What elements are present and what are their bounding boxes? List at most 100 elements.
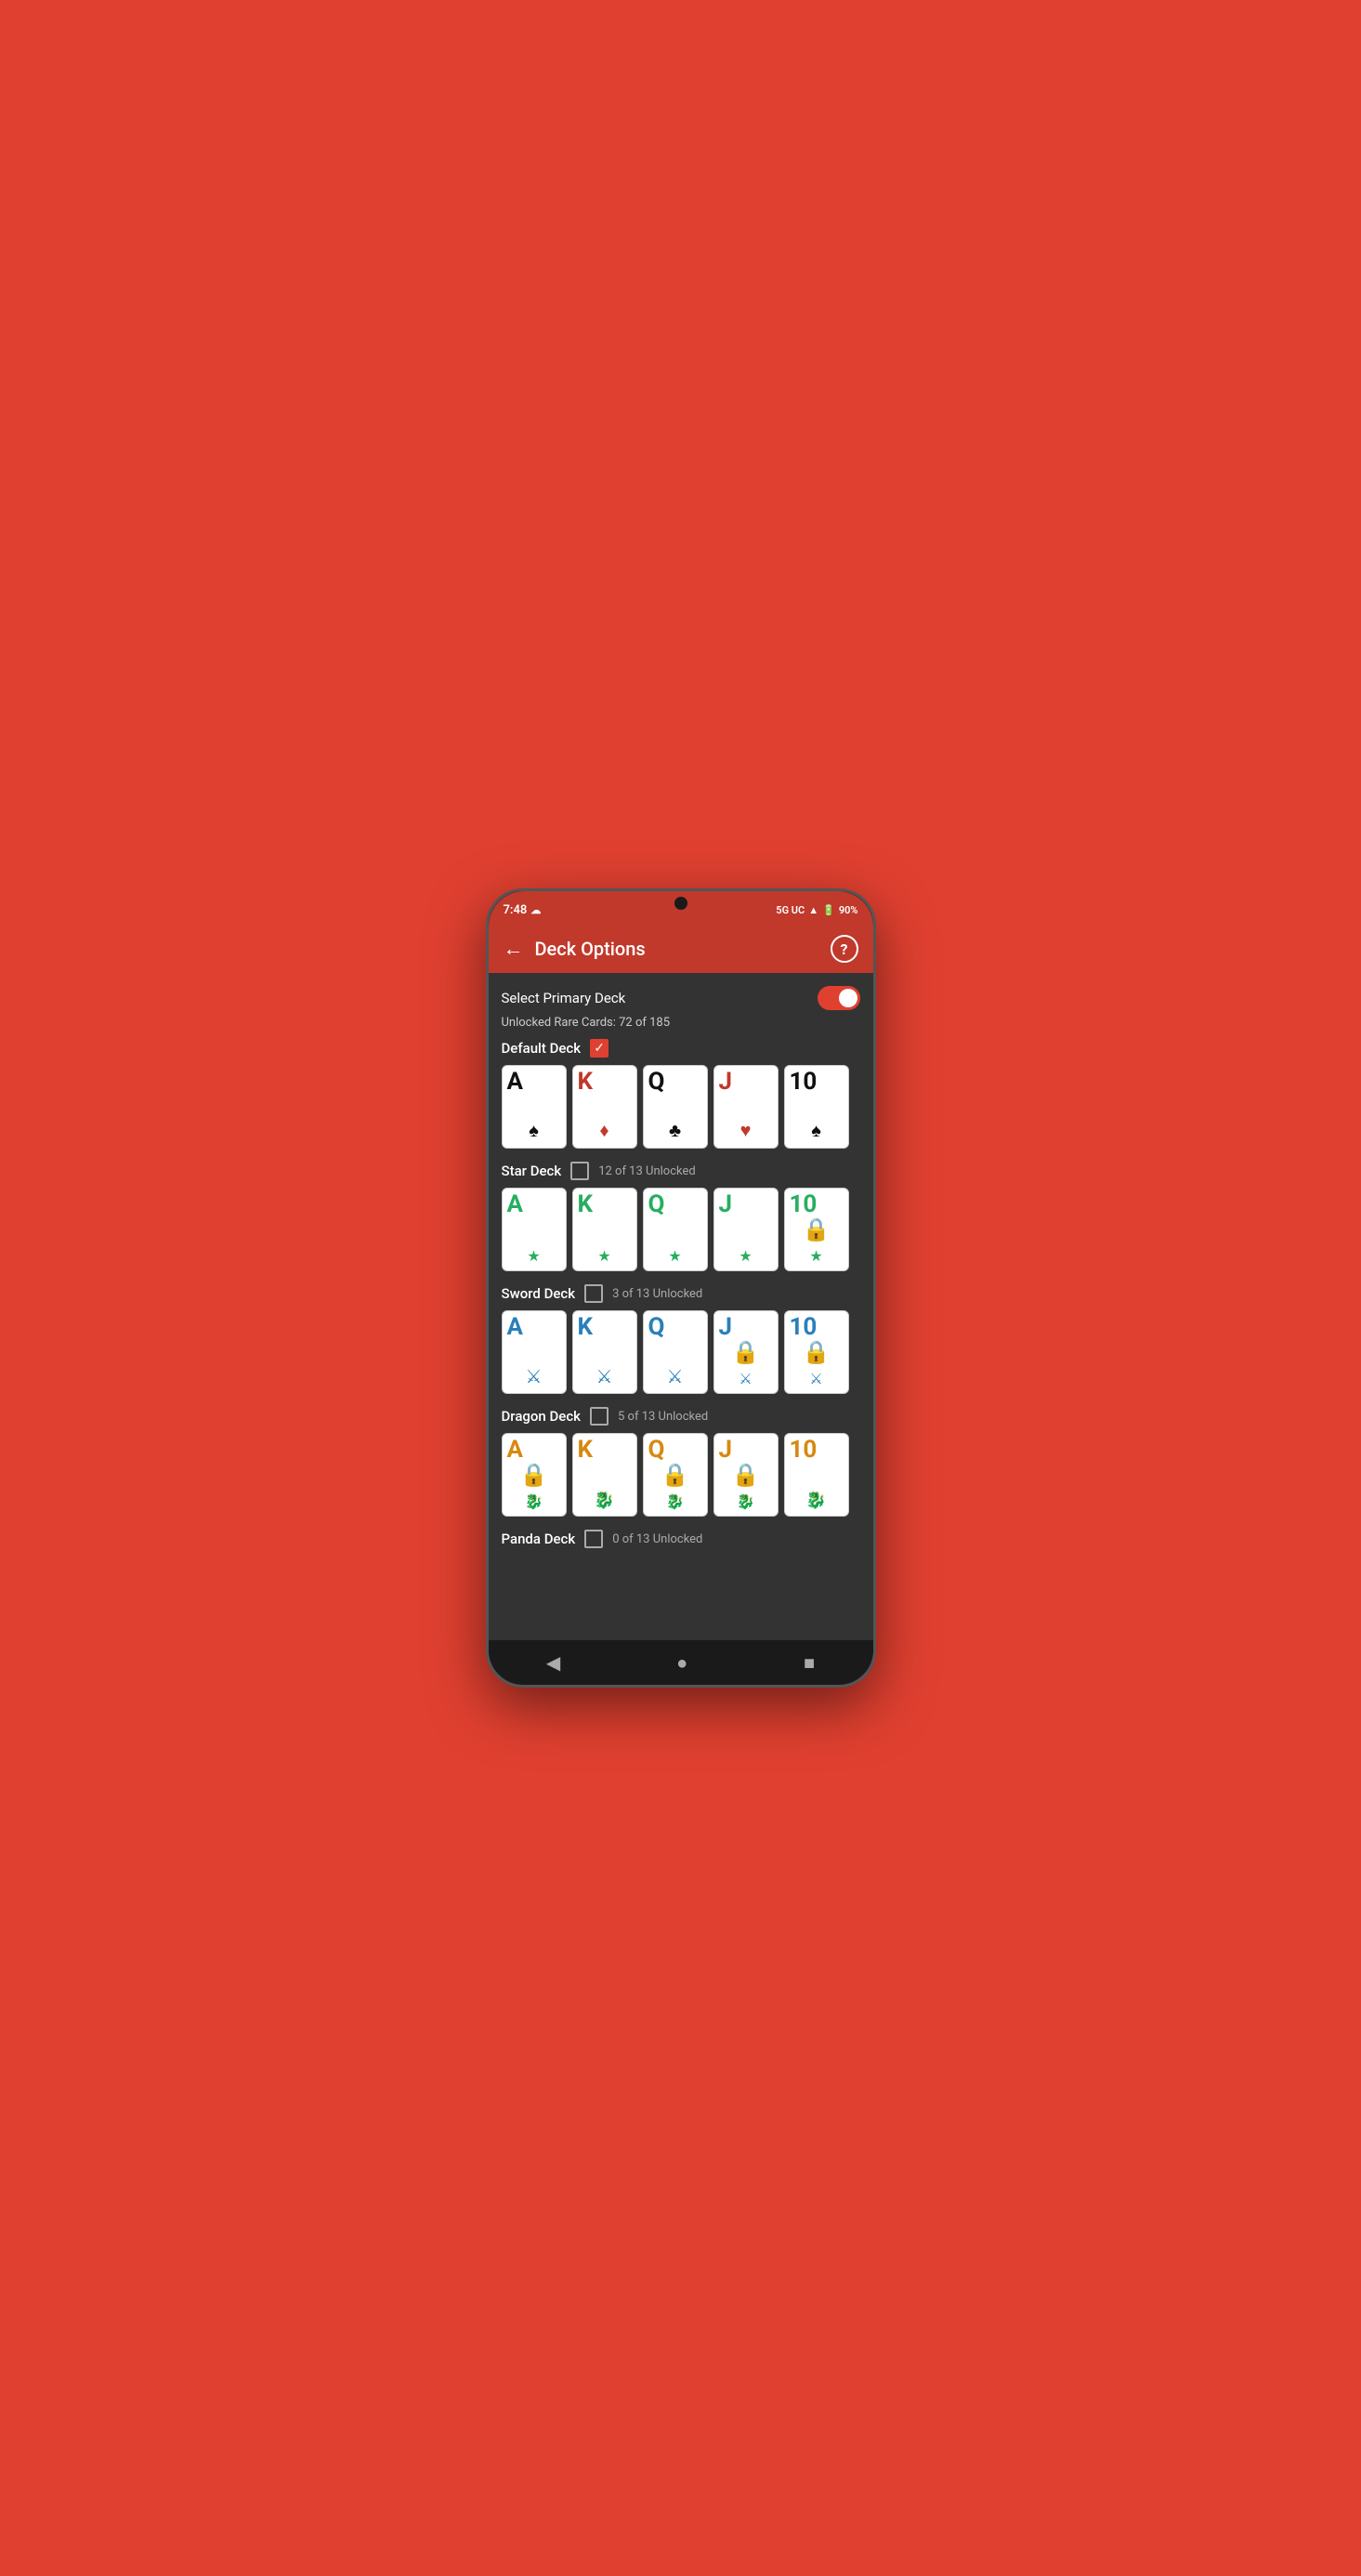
card-2-0[interactable]: A⚔ xyxy=(502,1310,567,1394)
card-letter-2-0: A xyxy=(507,1315,523,1339)
card-letter-3-0: A xyxy=(507,1438,523,1462)
card-2-2[interactable]: Q⚔ xyxy=(643,1310,708,1394)
lock-icon: 🔒 xyxy=(732,1339,760,1365)
card-0-0[interactable]: A♠ xyxy=(502,1065,567,1149)
phone-device: 7:48 ☁ 5G UC ▲ 🔋 90% ← Deck Options ? Se… xyxy=(486,888,876,1688)
app-bar: ← Deck Options ? xyxy=(489,925,873,973)
card-suit-0-0: ♠ xyxy=(529,1119,539,1142)
card-suit-0-1: ♦ xyxy=(599,1119,609,1142)
help-button[interactable]: ? xyxy=(831,935,858,963)
vol-up-button[interactable] xyxy=(486,1040,489,1077)
card-3-1[interactable]: K🐉 xyxy=(572,1433,637,1517)
deck-name-0: Default Deck xyxy=(502,1040,582,1057)
cloud-icon: ☁ xyxy=(530,904,541,916)
deck-checkbox-2[interactable] xyxy=(584,1284,603,1303)
deck-header-2: Sword Deck3 of 13 Unlocked xyxy=(502,1284,860,1303)
deck-checkbox-3[interactable] xyxy=(590,1407,609,1426)
primary-deck-row: Select Primary Deck xyxy=(502,986,860,1010)
card-0-3[interactable]: J♥ xyxy=(713,1065,779,1149)
card-3-0[interactable]: A🔒🐉 xyxy=(502,1433,567,1517)
nav-bar: ◀ ● ■ xyxy=(489,1640,873,1685)
primary-deck-toggle[interactable] xyxy=(818,986,860,1010)
page-title: Deck Options xyxy=(535,938,831,960)
lock-icon: 🔒 xyxy=(520,1462,548,1488)
card-1-0[interactable]: A★ xyxy=(502,1188,567,1271)
card-letter-0-2: Q xyxy=(648,1070,665,1094)
lock-icon: 🔒 xyxy=(732,1462,760,1488)
card-3-2[interactable]: Q🔒🐉 xyxy=(643,1433,708,1517)
card-3-3[interactable]: J🔒 🐉 xyxy=(713,1433,779,1517)
deck-section-1: Star Deck12 of 13 UnlockedA★K★Q★J★10🔒★ xyxy=(502,1162,860,1271)
card-suit-2-0: ⚔ xyxy=(526,1365,543,1387)
content-area: Select Primary Deck Unlocked Rare Cards:… xyxy=(489,973,873,1640)
card-row-3: A🔒🐉K🐉Q🔒🐉J🔒🐉10🐉 xyxy=(502,1433,860,1517)
deck-unlock-count-1: 12 of 13 Unlocked xyxy=(598,1164,696,1178)
deck-checkbox-1[interactable] xyxy=(570,1162,589,1180)
deck-checkbox-4[interactable] xyxy=(584,1530,603,1548)
card-letter-1-3: J xyxy=(719,1192,733,1216)
card-row-0: A♠K♦Q♣J♥10♠ xyxy=(502,1065,860,1149)
card-suit-0-3: ♥ xyxy=(740,1119,752,1142)
card-letter-3-1: K xyxy=(578,1438,594,1462)
card-0-2[interactable]: Q♣ xyxy=(643,1065,708,1149)
nav-recent-button[interactable]: ■ xyxy=(796,1644,822,1682)
card-suit-0-4: ♠ xyxy=(811,1119,821,1142)
vol-down-button[interactable] xyxy=(486,1086,489,1124)
card-3-4[interactable]: 10 🐉 xyxy=(784,1433,849,1517)
deck-header-1: Star Deck12 of 13 Unlocked xyxy=(502,1162,860,1180)
deck-section-2: Sword Deck3 of 13 UnlockedA⚔K⚔Q⚔J🔒⚔10🔒⚔ xyxy=(502,1284,860,1394)
card-letter-2-2: Q xyxy=(648,1315,665,1339)
card-suit-1-3: ★ xyxy=(739,1247,752,1265)
card-letter-3-3: J xyxy=(719,1438,733,1462)
status-bar: 7:48 ☁ 5G UC ▲ 🔋 90% xyxy=(489,891,873,925)
deck-header-3: Dragon Deck 5 of 13 Unlocked xyxy=(502,1407,860,1426)
deck-header-0: Default Deck xyxy=(502,1039,860,1058)
card-letter-1-0: A xyxy=(507,1192,523,1216)
power-button[interactable] xyxy=(873,1077,876,1133)
card-letter-2-4: 10 xyxy=(790,1315,818,1339)
card-1-3[interactable]: J★ xyxy=(713,1188,779,1271)
deck-section-4: Panda Deck 0 of 13 Unlocked xyxy=(502,1530,860,1548)
card-suit-3-3: 🐉 xyxy=(737,1492,755,1510)
card-1-2[interactable]: Q★ xyxy=(643,1188,708,1271)
card-suit-2-4: ⚔ xyxy=(809,1370,822,1387)
card-letter-2-1: K xyxy=(578,1315,594,1339)
back-button[interactable]: ← xyxy=(504,937,524,961)
card-letter-1-1: K xyxy=(578,1192,594,1216)
card-2-4[interactable]: 10🔒⚔ xyxy=(784,1310,849,1394)
card-0-4[interactable]: 10 ♠ xyxy=(784,1065,849,1149)
card-suit-0-2: ♣ xyxy=(669,1119,681,1142)
primary-deck-label: Select Primary Deck xyxy=(502,990,626,1006)
deck-unlock-count-4: 0 of 13 Unlocked xyxy=(612,1532,702,1546)
card-suit-2-3: ⚔ xyxy=(739,1370,752,1387)
card-2-1[interactable]: K⚔ xyxy=(572,1310,637,1394)
card-row-1: A★K★Q★J★10🔒★ xyxy=(502,1188,860,1271)
card-1-4[interactable]: 10🔒★ xyxy=(784,1188,849,1271)
card-1-1[interactable]: K★ xyxy=(572,1188,637,1271)
nav-back-button[interactable]: ◀ xyxy=(539,1644,568,1681)
deck-checkbox-0[interactable] xyxy=(590,1039,609,1058)
deck-name-4: Panda Deck xyxy=(502,1531,576,1547)
deck-unlock-count-3: 5 of 13 Unlocked xyxy=(618,1410,708,1424)
card-letter-3-2: Q xyxy=(648,1438,665,1462)
camera-notch xyxy=(674,897,687,910)
card-0-1[interactable]: K♦ xyxy=(572,1065,637,1149)
card-2-3[interactable]: J🔒⚔ xyxy=(713,1310,779,1394)
card-suit-1-2: ★ xyxy=(668,1247,681,1265)
signal-icon: ▲ xyxy=(808,904,818,916)
deck-name-3: Dragon Deck xyxy=(502,1408,582,1425)
nav-home-button[interactable]: ● xyxy=(669,1644,695,1682)
deck-header-4: Panda Deck 0 of 13 Unlocked xyxy=(502,1530,860,1548)
status-time: 7:48 ☁ xyxy=(504,903,542,917)
card-letter-0-1: K xyxy=(578,1070,594,1094)
lock-icon: 🔒 xyxy=(661,1462,689,1488)
decks-container: Default DeckA♠K♦Q♣J♥10♠Star Deck12 of 13… xyxy=(502,1039,860,1548)
card-suit-2-1: ⚔ xyxy=(596,1365,613,1387)
card-suit-1-1: ★ xyxy=(597,1247,610,1265)
deck-section-3: Dragon Deck5 of 13 UnlockedA🔒🐉K🐉Q🔒🐉J🔒🐉10… xyxy=(502,1407,860,1517)
card-suit-3-4: 🐉 xyxy=(805,1491,826,1510)
status-right: 5G UC ▲ 🔋 90% xyxy=(776,904,857,916)
card-letter-0-4: 10 xyxy=(790,1070,818,1094)
battery-icon: 🔋 xyxy=(822,904,835,916)
card-letter-3-4: 10 xyxy=(790,1438,818,1462)
